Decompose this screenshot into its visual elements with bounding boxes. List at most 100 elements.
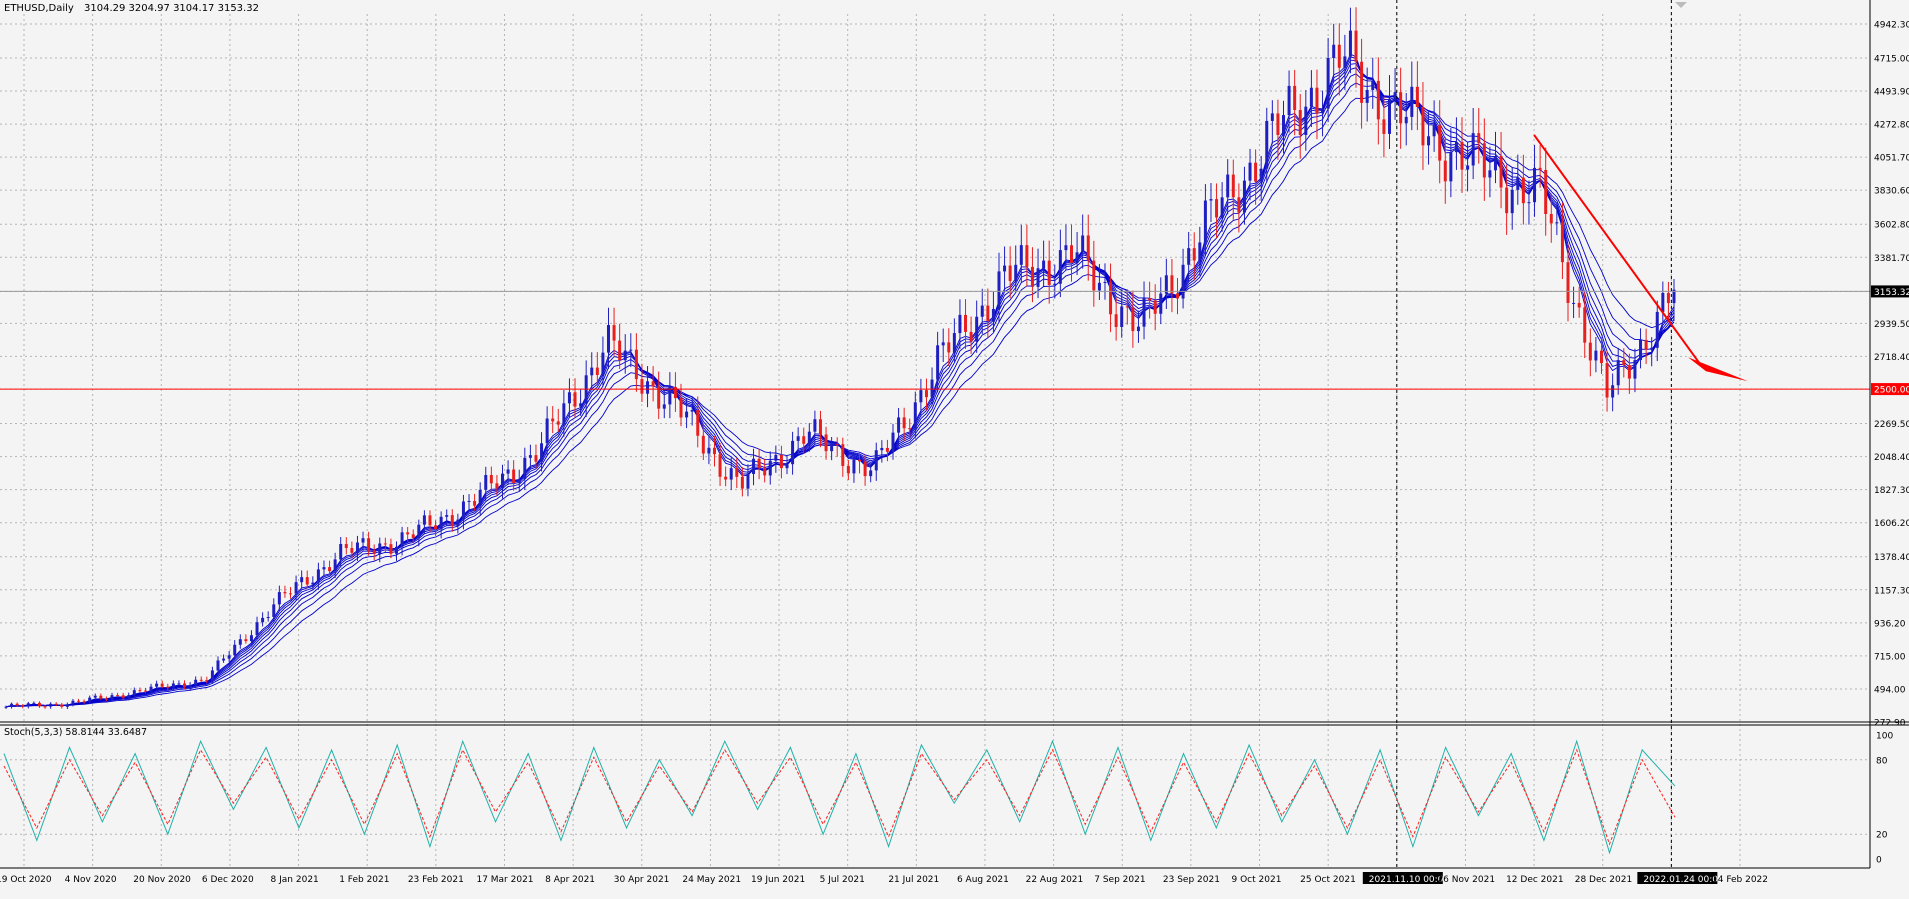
date-tick-label: 21 Jul 2021 bbox=[888, 875, 939, 885]
candle-body bbox=[1566, 262, 1570, 303]
candle-body bbox=[1187, 248, 1191, 265]
candle-body bbox=[344, 544, 348, 549]
candle-body bbox=[1237, 197, 1241, 213]
price-tick-label: 2048.40 bbox=[1874, 453, 1909, 463]
candle-body bbox=[712, 447, 716, 455]
candle-body bbox=[4, 706, 8, 708]
candle-body bbox=[802, 436, 806, 444]
candle-body bbox=[573, 392, 577, 407]
stoch-tick-label: 80 bbox=[1876, 756, 1888, 766]
candle-body bbox=[880, 447, 884, 451]
candle-body bbox=[930, 379, 934, 398]
candle-body bbox=[1170, 275, 1174, 294]
candle-body bbox=[171, 683, 175, 688]
candle-body bbox=[305, 577, 309, 585]
candle-body bbox=[149, 686, 153, 692]
price-tick-label: 4051.70 bbox=[1874, 154, 1909, 164]
candle-body bbox=[489, 474, 493, 484]
candle-body bbox=[1443, 160, 1447, 182]
candle-body bbox=[255, 622, 259, 636]
candle-body bbox=[473, 500, 477, 506]
candle-body bbox=[567, 392, 571, 404]
candle-body bbox=[1125, 306, 1129, 308]
candle-body bbox=[612, 325, 616, 341]
candle-body bbox=[1382, 119, 1386, 134]
candle-body bbox=[361, 538, 365, 543]
candle-body bbox=[595, 367, 599, 376]
candle-body bbox=[701, 435, 705, 454]
price-tick-label: 3153.32 bbox=[1874, 288, 1909, 298]
candle-body bbox=[1042, 260, 1046, 269]
candle-body bbox=[1092, 260, 1096, 291]
candle-body bbox=[350, 548, 354, 553]
chart-window[interactable]: 4942.30 4715.00 4493.90 4272.80 4051.70 3830.… bbox=[0, 0, 1909, 895]
candle-body bbox=[400, 532, 404, 547]
candle-body bbox=[1605, 363, 1609, 398]
candle-body bbox=[127, 695, 131, 698]
candle-body bbox=[478, 489, 482, 506]
price-tick-label: 494.00 bbox=[1874, 685, 1906, 695]
candle-body bbox=[841, 444, 845, 466]
chart-canvas[interactable]: 4942.30 4715.00 4493.90 4272.80 4051.70 3830.… bbox=[0, 0, 1909, 895]
candle-body bbox=[434, 525, 438, 530]
candle-body bbox=[328, 567, 332, 572]
candle-body bbox=[980, 305, 984, 317]
candle-body bbox=[1164, 275, 1168, 294]
date-tick-label: 24 May 2021 bbox=[682, 875, 741, 885]
candle-body bbox=[355, 542, 359, 553]
candle-body bbox=[1309, 87, 1313, 107]
candle-body bbox=[1025, 245, 1029, 267]
candle-body bbox=[1120, 306, 1124, 328]
candle-body bbox=[138, 690, 142, 692]
candle-body bbox=[601, 352, 605, 376]
candle-body bbox=[1003, 265, 1007, 272]
price-tick-label: 1157.30 bbox=[1874, 586, 1909, 596]
candle-body bbox=[333, 559, 337, 572]
candle-body bbox=[54, 703, 58, 705]
candle-body bbox=[540, 443, 544, 462]
candle-body bbox=[562, 403, 566, 425]
candle-body bbox=[15, 703, 19, 706]
candle-body bbox=[1203, 200, 1207, 243]
candle-body bbox=[121, 695, 125, 698]
candle-body bbox=[746, 473, 750, 489]
candle-body bbox=[545, 418, 549, 444]
candle-body bbox=[322, 567, 326, 570]
candle-body bbox=[1633, 360, 1637, 379]
candle-body bbox=[155, 683, 159, 687]
candle-body bbox=[283, 592, 287, 594]
date-tick-label: 30 Apr 2021 bbox=[614, 875, 670, 885]
candle-body bbox=[1482, 143, 1486, 178]
candle-body bbox=[768, 460, 772, 476]
candle-body bbox=[1449, 152, 1453, 182]
candle-body bbox=[579, 403, 583, 407]
ohlc-label: 3104.29 3204.97 3104.17 3153.32 bbox=[84, 3, 259, 14]
candle-body bbox=[277, 592, 281, 605]
candle-body bbox=[1387, 98, 1391, 134]
date-tick-label: 22 Aug 2021 bbox=[1026, 875, 1084, 885]
date-tick-label: 17 Mar 2021 bbox=[476, 875, 533, 885]
candle-body bbox=[227, 655, 231, 659]
date-tick-label: 19 Oct 2020 bbox=[0, 875, 52, 885]
candle-body bbox=[1030, 266, 1034, 287]
candle-body bbox=[1326, 58, 1330, 109]
candle-body bbox=[740, 476, 744, 489]
candle-body bbox=[216, 660, 220, 671]
candle-body bbox=[791, 440, 795, 465]
price-tick-label: 2269.50 bbox=[1874, 420, 1909, 430]
candle-body bbox=[21, 705, 25, 707]
candle-body bbox=[1488, 170, 1492, 178]
candle-body bbox=[1097, 282, 1101, 291]
candle-body bbox=[1315, 87, 1319, 114]
candle-body bbox=[1360, 61, 1364, 103]
candle-body bbox=[707, 447, 711, 454]
candle-body bbox=[735, 468, 739, 477]
candle-body bbox=[824, 434, 828, 452]
date-tick-label: 4 Nov 2020 bbox=[65, 875, 117, 885]
candle-body bbox=[110, 695, 114, 699]
symbol-label: ETHUSD,Daily bbox=[4, 3, 74, 14]
candle-body bbox=[1639, 339, 1643, 361]
candle-body bbox=[634, 349, 638, 380]
candle-body bbox=[1510, 189, 1514, 214]
candle-body bbox=[367, 538, 371, 551]
